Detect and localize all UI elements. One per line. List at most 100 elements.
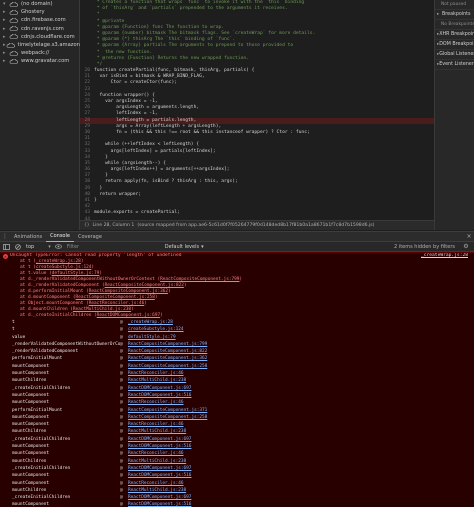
trace-row: mountComponent @ ReactDOMComponent.js:516: [0, 392, 474, 399]
cloud-icon: [6, 42, 15, 48]
tree-item[interactable]: ▸ cdnjs.cloudflare.com: [0, 33, 79, 41]
debugger-label: Event Listener Br: [439, 62, 474, 67]
cloud-icon: [9, 26, 18, 31]
trace-file-link[interactable]: ReactCompositeComponent.js:822: [128, 348, 207, 355]
pretty-print-icon[interactable]: {}: [84, 223, 90, 228]
trace-file-link[interactable]: ReactMultiChild.js:238: [128, 487, 186, 494]
at-sign: @: [120, 473, 123, 479]
at-sign: @: [120, 407, 123, 413]
at-sign: @: [120, 436, 123, 442]
debugger-section[interactable]: ▸XHR Breakpoints: [435, 30, 474, 40]
error-message[interactable]: ✕ Uncaught TypeError: Cannot read proper…: [0, 253, 474, 259]
trace-file-link[interactable]: ReactDOMComponent.js:697: [128, 465, 191, 472]
trace-row: t @ _createWrap.js:28: [0, 319, 474, 326]
trace-row: _createInitialChildren @ ReactDOMComponent…: [0, 494, 474, 501]
source-editor[interactable]: * Creates a function that wraps `func` t…: [80, 0, 434, 230]
trace-function: mountComponent: [12, 502, 50, 507]
trace-file-link[interactable]: ReactCompositeComponent.js:362: [128, 355, 207, 362]
trace-row: value @ defaultStyle.js:79: [0, 334, 474, 341]
trace-function: mountChildren: [12, 487, 47, 493]
context-selector[interactable]: top ▾: [26, 244, 51, 250]
debugger-section[interactable]: ▸Event Listener Br: [435, 60, 474, 70]
trace-function: mountChildren: [12, 458, 47, 464]
debugger-section[interactable]: ▸DOM Breakpoints: [435, 40, 474, 50]
gear-icon[interactable]: ⚙: [462, 243, 470, 250]
sidebar-toggle-icon[interactable]: [2, 243, 10, 251]
code-line-text: module.exports = createPartial;: [94, 210, 180, 216]
at-sign: @: [120, 400, 123, 406]
trace-row: performInitialMount @ ReactCompositeCompon…: [0, 355, 474, 362]
trace-row: _createInitialChildren @ ReactDOMComponent…: [0, 385, 474, 392]
trace-file-link[interactable]: ReactMultiChild.js:238: [128, 428, 186, 435]
editor-status-bar: {} Line 28, Column 1 (source mapped from…: [80, 220, 434, 230]
trace-row: mountComponent @ ReactReconciler.js:46: [0, 480, 474, 487]
trace-file-link[interactable]: ReactDOMComponent.js:697: [128, 494, 191, 501]
trace-function: performInitialMount: [12, 407, 63, 413]
trace-function: mountComponent: [12, 371, 50, 377]
tree-item[interactable]: ▸ timelytelage.s3.amazonaws.c: [0, 41, 95, 49]
trace-function: value: [12, 334, 26, 340]
cursor-position: Line 28, Column 1: [92, 223, 135, 228]
cloud-icon: [9, 58, 18, 64]
trace-row: mountComponent @ ReactDOMComponent.js:516: [0, 472, 474, 479]
trace-file-link[interactable]: ReactCompositeComponent.js:799: [128, 341, 207, 348]
trace-file-link[interactable]: ReactReconciler.js:46: [128, 421, 184, 428]
trace-row: t @ createSubstyle.js:124: [0, 326, 474, 333]
tree-item[interactable]: ▾ (no domain): [0, 0, 79, 8]
tab-coverage[interactable]: Coverage: [74, 232, 106, 242]
eye-icon[interactable]: [55, 243, 63, 251]
log-levels-dropdown[interactable]: Default levels ▾: [165, 244, 204, 250]
code-line-text: * @returns {Function} Returns the new wr…: [94, 55, 249, 61]
trace-file-link[interactable]: ReactMultiChild.js:238: [128, 458, 186, 465]
trace-file-link[interactable]: ReactDOMComponent.js:516: [128, 392, 191, 399]
trace-file-link[interactable]: ReactReconciler.js:46: [128, 450, 184, 457]
tree-item[interactable]: ▸ Ghostery: [0, 8, 79, 16]
error-source-link[interactable]: _createWrap.js:28: [421, 253, 468, 259]
trace-file-link[interactable]: _createWrap.js:28: [128, 319, 173, 326]
trace-file-link[interactable]: ReactDOMComponent.js:516: [128, 472, 191, 479]
code-view[interactable]: * Creates a function that wraps `func` t…: [80, 0, 434, 220]
debugger-section[interactable]: ▸ Breakpoints: [435, 10, 474, 20]
trace-file-link[interactable]: ReactDOMComponent.js:697: [128, 385, 191, 392]
tab-animations[interactable]: Animations: [10, 232, 46, 242]
trace-file-link[interactable]: ReactDOMComponent.js:697: [128, 436, 191, 443]
trace-file-link[interactable]: ReactDOMComponent.js:516: [128, 501, 191, 507]
more-vertical-icon[interactable]: ⋮: [0, 233, 10, 240]
cloud-icon: [9, 9, 18, 15]
at-sign: @: [120, 392, 123, 398]
trace-file-link[interactable]: ReactReconciler.js:46: [128, 370, 184, 377]
tree-item[interactable]: ▸ cdn.ravenjs.com: [0, 25, 79, 33]
tab-console[interactable]: Console: [46, 232, 74, 242]
trace-row: _renderValidatedComponentWithoutOwnerOrC…: [0, 341, 474, 348]
trace-file-link[interactable]: defaultStyle.js:79: [128, 334, 176, 341]
trace-file-link[interactable]: ReactReconciler.js:46: [128, 399, 184, 406]
trace-file-link[interactable]: ReactDOMComponent.js:516: [128, 443, 191, 450]
trace-row: mountChildren @ ReactMultiChild.js:238: [0, 428, 474, 435]
clear-console-icon[interactable]: [14, 243, 22, 251]
trace-file-link[interactable]: ReactCompositeComponent.js:258: [128, 363, 207, 370]
source-map-info[interactable]: (source mapped from app.ae6-5c61d0f7f052…: [137, 223, 374, 228]
trace-function: mountComponent: [12, 422, 50, 428]
tree-item-label: webpack://: [21, 50, 50, 57]
tree-item[interactable]: ▸ www.gravatar.com: [0, 57, 79, 65]
trace-file-link[interactable]: ReactMultiChild.js:238: [128, 377, 186, 384]
trace-file-link[interactable]: ReactCompositeComponent.js:258: [128, 414, 207, 421]
trace-row: _renderValidatedComponent @ ReactComposite…: [0, 348, 474, 355]
debugger-label: Not paused: [441, 2, 467, 7]
trace-row: mountChildren @ ReactMultiChild.js:238: [0, 487, 474, 494]
drawer-tabs: Animations Console Coverage: [10, 232, 106, 242]
trace-file-link[interactable]: ReactReconciler.js:46: [128, 480, 184, 487]
sources-navigator: ▾ (no domain) ▸ Ghostery ▸ cdn.firebase.com ▸ c…: [0, 0, 95, 230]
tree-item[interactable]: ▸ webpack://: [0, 49, 79, 57]
trace-row: _createInitialChildren @ ReactDOMComponent…: [0, 465, 474, 472]
trace-row: mountComponent @ ReactCompositeComponent.j…: [0, 363, 474, 370]
trace-file-link[interactable]: createSubstyle.js:124: [128, 326, 184, 333]
trace-row: mountChildren @ ReactMultiChild.js:238: [0, 458, 474, 465]
close-icon[interactable]: ×: [464, 233, 474, 240]
at-sign: @: [120, 451, 123, 457]
filter-input[interactable]: [66, 242, 147, 251]
tree-item[interactable]: ▸ cdn.firebase.com: [0, 16, 79, 24]
debugger-section[interactable]: ▸ Global Listeners: [435, 50, 474, 60]
trace-file-link[interactable]: ReactCompositeComponent.js:371: [128, 407, 207, 414]
context-value: top: [26, 243, 35, 250]
